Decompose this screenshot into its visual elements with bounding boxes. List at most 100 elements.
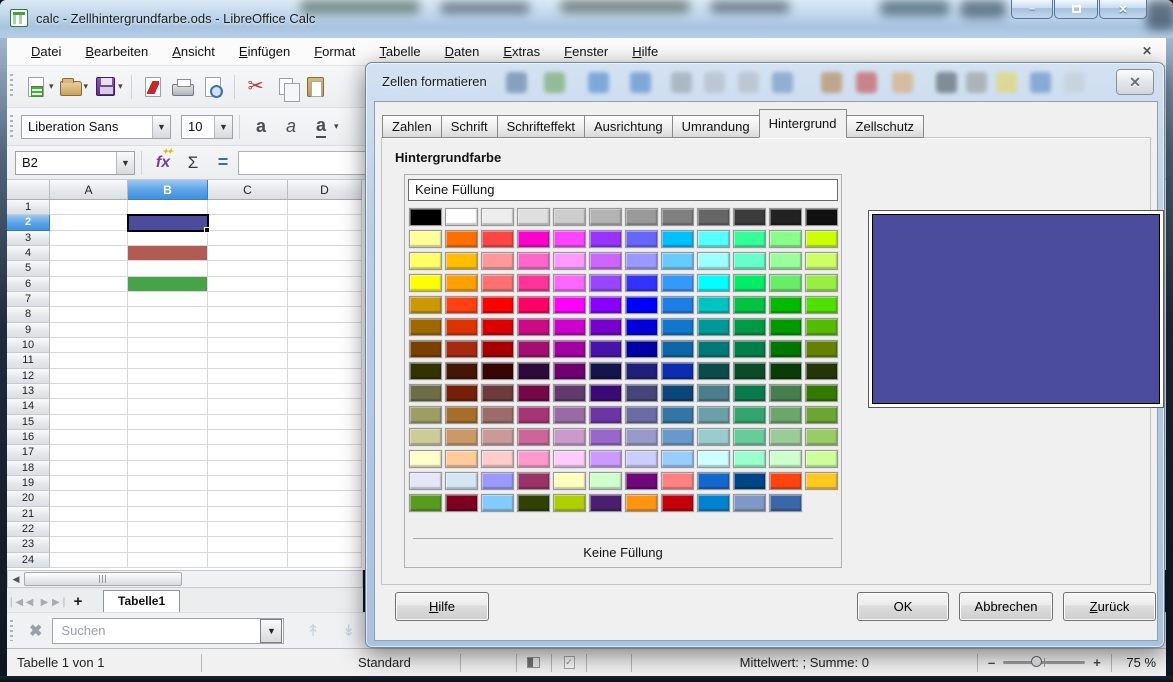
color-swatch-r6c1[interactable] xyxy=(409,318,442,336)
cell-c19[interactable] xyxy=(208,476,288,491)
cell-c10[interactable] xyxy=(208,338,288,353)
color-swatch-r3c4[interactable] xyxy=(517,252,550,270)
cell-a5[interactable] xyxy=(50,261,128,276)
column-header-c[interactable]: C xyxy=(208,180,288,200)
color-swatch-r14c2[interactable] xyxy=(445,494,478,512)
color-swatch-r4c3[interactable] xyxy=(481,274,514,292)
cell-d22[interactable] xyxy=(288,522,362,537)
color-swatch-r14c3[interactable] xyxy=(481,494,514,512)
cell-c21[interactable] xyxy=(208,507,288,522)
cell-d12[interactable] xyxy=(288,369,362,384)
color-swatch-r10c6[interactable] xyxy=(589,406,622,424)
cell-b5[interactable] xyxy=(128,261,208,276)
cell-c12[interactable] xyxy=(208,369,288,384)
color-swatch-r6c4[interactable] xyxy=(517,318,550,336)
function-wizard-button[interactable]: fx xyxy=(148,148,178,178)
zoom-slider[interactable]: – + xyxy=(978,649,1111,676)
color-swatch-r12c1[interactable] xyxy=(409,450,442,468)
cell-d15[interactable] xyxy=(288,415,362,430)
chevron-down-icon[interactable]: ▼ xyxy=(152,116,170,138)
color-swatch-r12c9[interactable] xyxy=(697,450,730,468)
color-swatch-r4c2[interactable] xyxy=(445,274,478,292)
add-sheet-button[interactable]: + xyxy=(67,593,89,612)
color-swatch-r13c10[interactable] xyxy=(733,472,766,490)
cell-b14[interactable] xyxy=(128,399,208,414)
cell-a16[interactable] xyxy=(50,430,128,445)
cell-d18[interactable] xyxy=(288,461,362,476)
menu-daten[interactable]: Daten xyxy=(433,40,492,63)
color-swatch-r4c1[interactable] xyxy=(409,274,442,292)
cell-b11[interactable] xyxy=(128,353,208,368)
print-preview-button[interactable] xyxy=(198,72,228,102)
color-swatch-r9c8[interactable] xyxy=(661,384,694,402)
cell-a7[interactable] xyxy=(50,292,128,307)
color-swatch-r11c1[interactable] xyxy=(409,428,442,446)
cell-c6[interactable] xyxy=(208,277,288,292)
color-swatch-r11c2[interactable] xyxy=(445,428,478,446)
menu-tabelle[interactable]: Tabelle xyxy=(367,40,432,63)
color-swatch-r13c12[interactable] xyxy=(805,472,838,490)
color-swatch-r1c12[interactable] xyxy=(805,208,838,226)
window-titlebar[interactable]: calc - Zellhintergrundfarbe.ods - LibreO… xyxy=(0,0,1173,38)
copy-button[interactable] xyxy=(271,72,301,102)
zoom-knob[interactable] xyxy=(1031,656,1042,667)
row-header-13[interactable]: 13 xyxy=(7,384,50,399)
close-document-icon[interactable]: ✕ xyxy=(1142,44,1152,58)
row-header-9[interactable]: 9 xyxy=(7,323,50,338)
cell-d2[interactable] xyxy=(288,215,362,230)
menu-fenster[interactable]: Fenster xyxy=(552,40,620,63)
color-swatch-r8c5[interactable] xyxy=(553,362,586,380)
cell-d8[interactable] xyxy=(288,307,362,322)
cell-b7[interactable] xyxy=(128,292,208,307)
row-header-7[interactable]: 7 xyxy=(7,292,50,307)
toolbar-grip[interactable] xyxy=(10,74,15,99)
cell-c20[interactable] xyxy=(208,491,288,506)
row-header-20[interactable]: 20 xyxy=(7,491,50,506)
color-swatch-r11c9[interactable] xyxy=(697,428,730,446)
color-swatch-r9c10[interactable] xyxy=(733,384,766,402)
cell-c2[interactable] xyxy=(208,215,288,230)
menu-format[interactable]: Format xyxy=(302,40,367,63)
cell-a2[interactable] xyxy=(50,215,128,230)
menu-ansicht[interactable]: Ansicht xyxy=(160,40,227,63)
cell-d19[interactable] xyxy=(288,476,362,491)
color-swatch-r6c2[interactable] xyxy=(445,318,478,336)
color-swatch-r10c3[interactable] xyxy=(481,406,514,424)
color-swatch-r2c5[interactable] xyxy=(553,230,586,248)
color-swatch-r12c3[interactable] xyxy=(481,450,514,468)
equals-button[interactable]: = xyxy=(208,148,238,178)
color-swatch-r13c2[interactable] xyxy=(445,472,478,490)
color-swatch-r9c2[interactable] xyxy=(445,384,478,402)
color-swatch-r7c9[interactable] xyxy=(697,340,730,358)
cell-d1[interactable] xyxy=(288,200,362,215)
color-swatch-r11c5[interactable] xyxy=(553,428,586,446)
cell-a8[interactable] xyxy=(50,307,128,322)
cell-c13[interactable] xyxy=(208,384,288,399)
color-swatch-r5c10[interactable] xyxy=(733,296,766,314)
color-swatch-r5c7[interactable] xyxy=(625,296,658,314)
color-swatch-r9c9[interactable] xyxy=(697,384,730,402)
chevron-down-icon[interactable]: ▼ xyxy=(260,619,282,643)
color-swatch-r2c6[interactable] xyxy=(589,230,622,248)
color-swatch-r6c9[interactable] xyxy=(697,318,730,336)
color-swatch-r12c7[interactable] xyxy=(625,450,658,468)
color-swatch-r7c6[interactable] xyxy=(589,340,622,358)
cell-a19[interactable] xyxy=(50,476,128,491)
color-swatch-r10c7[interactable] xyxy=(625,406,658,424)
cell-d23[interactable] xyxy=(288,537,362,552)
cell-c1[interactable] xyxy=(208,200,288,215)
color-swatch-r11c11[interactable] xyxy=(769,428,802,446)
color-swatch-r10c11[interactable] xyxy=(769,406,802,424)
font-name-combo[interactable]: Liberation Sans ▼ xyxy=(21,115,171,139)
color-swatch-r11c6[interactable] xyxy=(589,428,622,446)
color-swatch-r12c10[interactable] xyxy=(733,450,766,468)
cell-c3[interactable] xyxy=(208,231,288,246)
color-swatch-r10c10[interactable] xyxy=(733,406,766,424)
color-swatch-r9c3[interactable] xyxy=(481,384,514,402)
menu-bearbeiten[interactable]: Bearbeiten xyxy=(73,40,160,63)
color-swatch-r8c12[interactable] xyxy=(805,362,838,380)
next-sheet-icon[interactable]: ▶ xyxy=(37,597,52,612)
color-swatch-r14c7[interactable] xyxy=(625,494,658,512)
color-swatch-r11c10[interactable] xyxy=(733,428,766,446)
tab-ausrichtung[interactable]: Ausrichtung xyxy=(584,115,673,138)
